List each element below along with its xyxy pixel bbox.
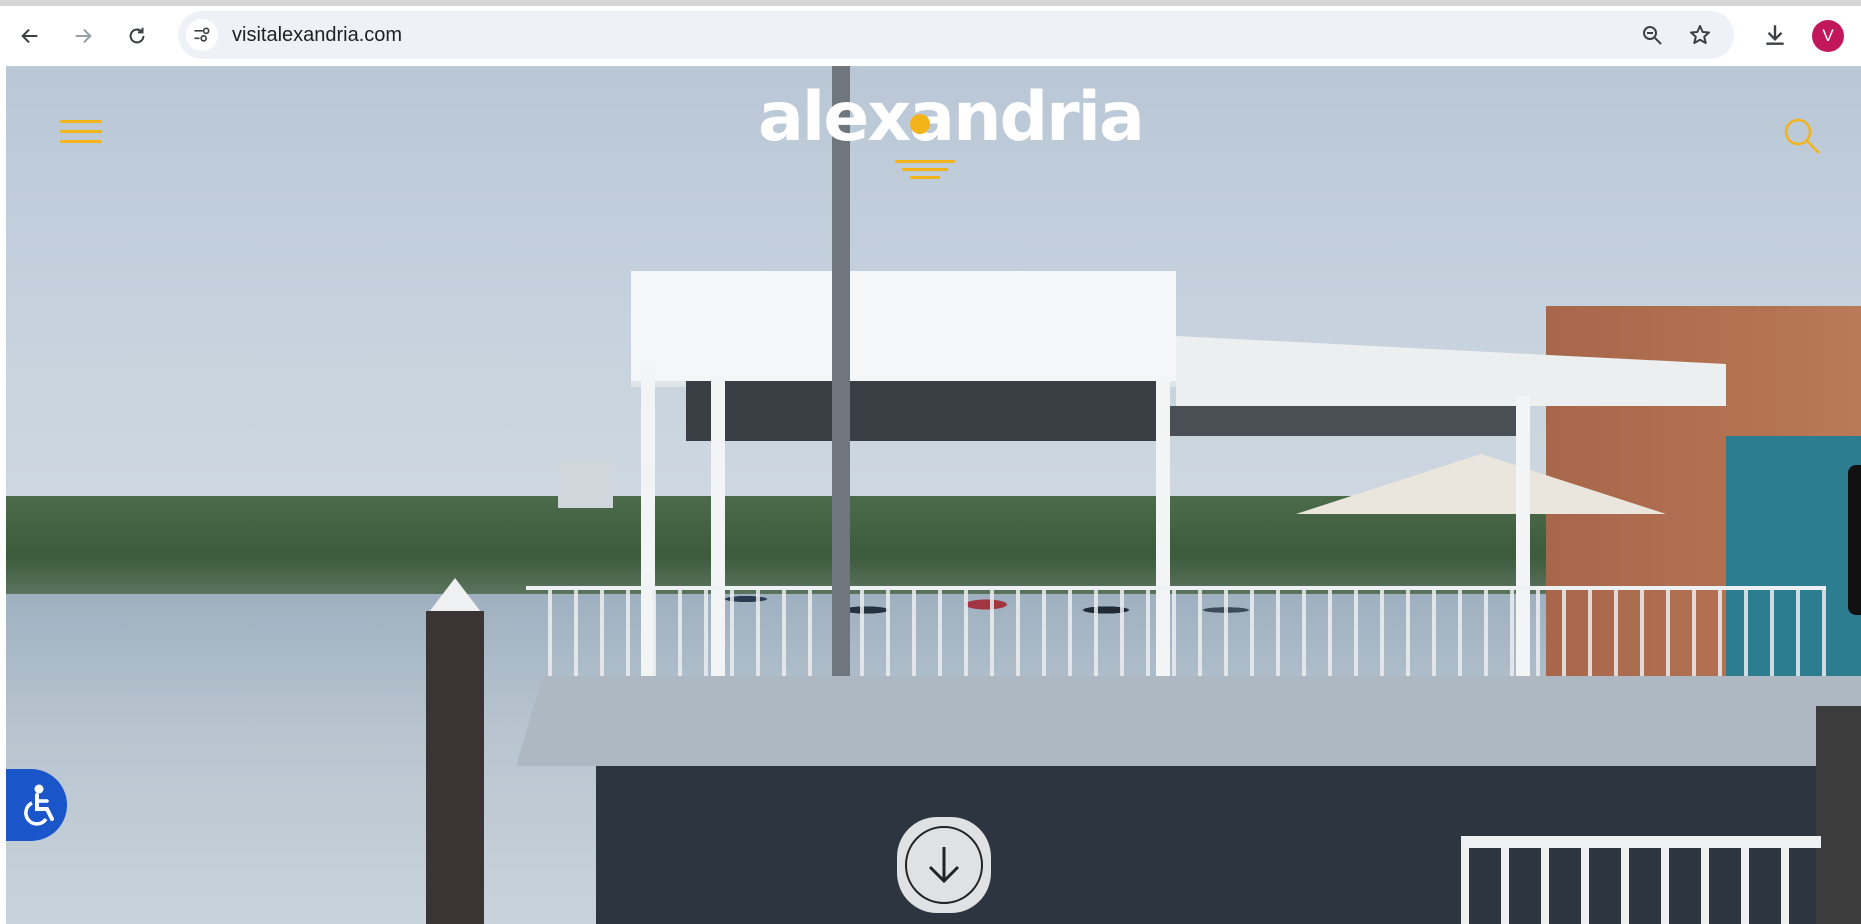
hamburger-menu-icon (60, 120, 102, 143)
canopy-ceiling (1166, 406, 1526, 436)
address-bar[interactable]: visitalexandria.com (178, 11, 1734, 59)
reload-icon (129, 27, 145, 44)
side-feedback-tab[interactable] (1848, 465, 1861, 615)
forward-arrow-icon (75, 28, 92, 44)
site-info-icon (194, 27, 210, 42)
reload-button[interactable] (121, 20, 153, 52)
scroll-down-arrow-icon (928, 847, 960, 884)
pavilion-ceiling (686, 381, 1166, 441)
profile-avatar[interactable]: V (1812, 20, 1844, 52)
download-icon[interactable] (1762, 22, 1788, 48)
bookmark-star-icon[interactable] (1688, 23, 1712, 47)
back-button[interactable] (14, 20, 46, 52)
forward-button[interactable] (67, 20, 99, 52)
pier-deck (516, 676, 1861, 766)
back-arrow-icon (21, 28, 38, 44)
scroll-down-button[interactable] (897, 817, 991, 913)
dock-piling (426, 611, 484, 924)
zoom-icon[interactable] (1640, 23, 1664, 47)
deck-railing (526, 586, 1826, 690)
site-info-button[interactable] (186, 19, 218, 51)
distant-building (558, 460, 613, 508)
site-logo[interactable]: alexandria (758, 78, 1145, 190)
logo-wordmark: alexandria (758, 78, 1145, 157)
accessibility-icon (23, 784, 54, 826)
url-text[interactable]: visitalexandria.com (232, 11, 402, 59)
logo-sun-rays (890, 160, 960, 184)
logo-sun-dot (910, 114, 930, 134)
hamburger-menu-button[interactable] (60, 120, 102, 150)
dock-piling (1816, 706, 1861, 924)
browser-toolbar: visitalexandria.com V (0, 0, 1861, 66)
search-icon[interactable] (1782, 116, 1822, 156)
pavilion-roof (631, 271, 1176, 381)
dock-railing (1461, 836, 1821, 924)
hero-video (6, 66, 1861, 924)
